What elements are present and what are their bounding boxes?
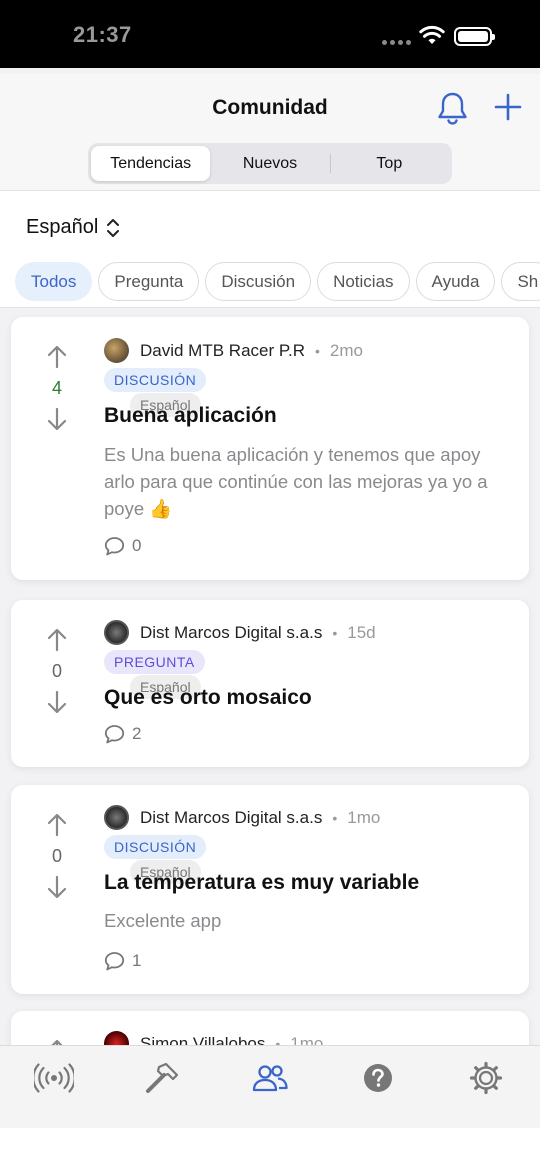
author-name: Dist Marcos Digital s.a.s xyxy=(140,807,323,827)
hammer-icon xyxy=(146,1062,179,1093)
wifi-icon xyxy=(419,25,445,44)
post-body: Es Una buena aplicación y tenemos que ap… xyxy=(104,444,488,519)
battery-icon xyxy=(454,27,495,46)
category-badge: DISCUSIÓN xyxy=(104,368,207,392)
vote-control: 0 xyxy=(41,628,73,714)
bottom-tab-bar xyxy=(0,1045,540,1128)
downvote-arrow-icon[interactable] xyxy=(46,407,68,431)
post-card[interactable]: 0 Dist Marcos Digital s.a.s • 1mo DISCUS… xyxy=(11,785,529,994)
avatar xyxy=(104,1031,129,1046)
status-bar: 21:37 xyxy=(0,0,540,68)
post-time: 1mo xyxy=(347,807,381,827)
sort-segmented-control: Tendencias Nuevos Top xyxy=(88,143,452,184)
comment-bubble-icon xyxy=(104,537,125,556)
upvote-arrow-icon[interactable] xyxy=(46,628,68,652)
post-author-row: Simon Villalobos • 1mo xyxy=(104,1031,323,1046)
avatar xyxy=(104,805,129,830)
comment-count-value: 1 xyxy=(132,951,142,970)
segment-tendencias[interactable]: Tendencias xyxy=(91,146,211,181)
notifications-bell-icon[interactable] xyxy=(436,91,469,127)
signal-dots-icon xyxy=(382,40,412,46)
post-title: Buena aplicación xyxy=(104,404,277,427)
chip-sh[interactable]: Sh xyxy=(501,262,540,301)
vote-count: 4 xyxy=(51,378,62,398)
comment-count: 1 xyxy=(104,951,141,971)
vote-count: 0 xyxy=(51,846,62,866)
tab-community[interactable] xyxy=(250,1061,290,1095)
post-time: 2mo xyxy=(329,340,363,360)
language-selector[interactable]: Español xyxy=(26,216,120,239)
language-label: Español xyxy=(26,216,99,238)
chip-ayuda[interactable]: Ayuda xyxy=(415,262,496,301)
posts-feed[interactable]: 4 David MTB Racer P.R • 2mo DISCUSIÓN Es… xyxy=(0,308,540,1046)
post-tags: DISCUSIÓN Español xyxy=(104,835,207,884)
post-title: Que es orto mosaico xyxy=(104,686,312,709)
comment-count: 2 xyxy=(104,724,141,744)
downvote-arrow-icon[interactable] xyxy=(46,690,68,714)
settings-icon xyxy=(469,1061,503,1095)
category-chips: Todos Pregunta Discusión Noticias Ayuda … xyxy=(15,262,540,301)
post-title: La temperatura es muy variable xyxy=(104,871,420,894)
post-tags: DISCUSIÓN Español xyxy=(104,368,207,417)
tab-broadcast[interactable] xyxy=(34,1061,74,1095)
segment-top[interactable]: Top xyxy=(329,146,449,181)
segment-nuevos[interactable]: Nuevos xyxy=(210,146,329,181)
chevron-up-down-icon xyxy=(107,218,120,237)
author-name: Dist Marcos Digital s.a.s xyxy=(140,622,323,642)
upvote-arrow-icon[interactable] xyxy=(46,813,68,837)
upvote-arrow-icon[interactable] xyxy=(46,345,68,369)
dot-separator: • xyxy=(332,809,338,826)
post-author-row: Dist Marcos Digital s.a.s • 15d xyxy=(104,620,376,645)
tab-help[interactable] xyxy=(358,1061,398,1095)
status-time: 21:37 xyxy=(73,22,132,47)
dot-separator: • xyxy=(332,624,338,641)
vote-count: 0 xyxy=(51,661,62,681)
vote-control: 0 xyxy=(41,813,73,899)
chip-todos[interactable]: Todos xyxy=(15,262,93,301)
help-icon xyxy=(364,1064,392,1092)
avatar xyxy=(104,338,129,363)
vote-control: 4 xyxy=(41,345,73,431)
downvote-arrow-icon[interactable] xyxy=(46,875,68,899)
post-tags: PREGUNTA Español xyxy=(104,650,205,699)
app-header: Comunidad Tendencias Nuevos Top xyxy=(0,74,540,191)
broadcast-icon xyxy=(34,1063,74,1093)
tab-settings[interactable] xyxy=(466,1061,506,1095)
comment-bubble-icon xyxy=(104,725,125,744)
comment-count-value: 2 xyxy=(132,724,142,743)
author-name: David MTB Racer P.R xyxy=(140,340,306,360)
post-card[interactable]: Simon Villalobos • 1mo xyxy=(11,1011,529,1046)
post-time: 15d xyxy=(347,622,376,642)
home-indicator-area xyxy=(0,1128,540,1171)
filter-bar: Español Todos Pregunta Discusión Noticia… xyxy=(0,191,540,308)
category-badge: PREGUNTA xyxy=(104,650,205,674)
tab-tools[interactable] xyxy=(142,1061,182,1095)
post-card[interactable]: 4 David MTB Racer P.R • 2mo DISCUSIÓN Es… xyxy=(11,317,529,580)
chip-discusion[interactable]: Discusión xyxy=(205,262,312,301)
new-post-plus-icon[interactable] xyxy=(493,92,523,122)
comment-count-value: 0 xyxy=(132,536,142,555)
community-icon xyxy=(252,1065,288,1092)
avatar xyxy=(104,620,129,645)
category-badge: DISCUSIÓN xyxy=(104,835,207,859)
post-card[interactable]: 0 Dist Marcos Digital s.a.s • 15d PREGUN… xyxy=(11,600,529,767)
dot-separator: • xyxy=(315,342,320,359)
chip-noticias[interactable]: Noticias xyxy=(317,262,410,301)
comment-bubble-icon xyxy=(104,952,125,971)
comment-count: 0 xyxy=(104,536,141,556)
post-author-row: David MTB Racer P.R • 2mo xyxy=(104,338,363,363)
post-body: Excelente app xyxy=(104,910,222,931)
post-author-row: Dist Marcos Digital s.a.s • 1mo xyxy=(104,805,380,830)
chip-pregunta[interactable]: Pregunta xyxy=(98,262,200,301)
